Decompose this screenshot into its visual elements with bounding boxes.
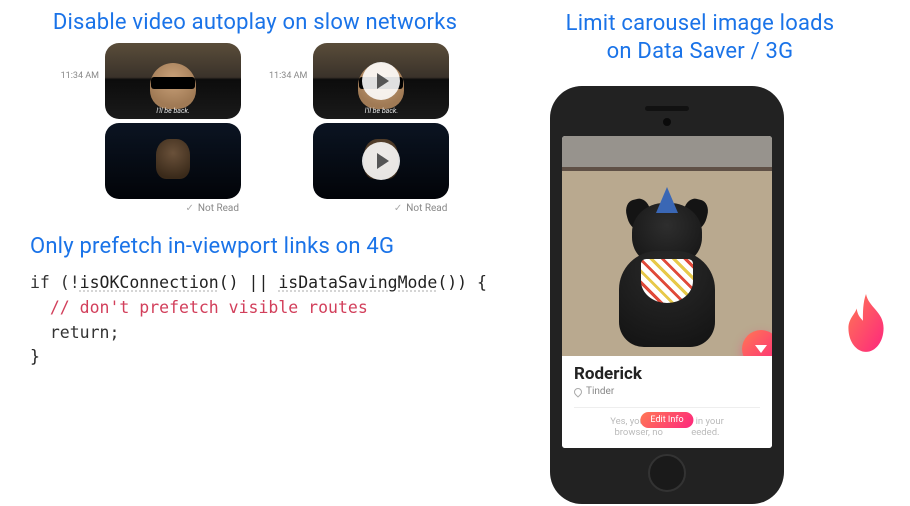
profile-name: Roderick: [574, 364, 760, 384]
profile-hint: Yes, you can in your browser, no eeded. …: [574, 407, 760, 438]
hint-text: in your: [696, 416, 724, 427]
code-return: return;: [30, 323, 119, 342]
hint-text: eeded.: [691, 427, 719, 438]
edit-info-button[interactable]: Edit Info: [640, 412, 693, 428]
video-caption: I'll be back.: [365, 107, 398, 115]
code-kw: if (!: [30, 273, 80, 292]
code-fn: isDataSavingMode: [278, 273, 437, 292]
code-brace: ()) {: [437, 273, 487, 292]
code-brace: }: [30, 347, 40, 366]
msg-example-autoplay: 11:34 AM I'll be back. ✓ Not Read: [61, 43, 241, 214]
msg-example-paused: 11:34 AM I'll be back.: [269, 43, 449, 214]
phone-mockup: Roderick Tinder Yes, you can in your bro…: [550, 86, 784, 504]
play-icon[interactable]: [362, 62, 400, 100]
profile-card-info: Roderick Tinder Yes, you can in your bro…: [562, 356, 772, 448]
status-text: Not Read: [198, 203, 239, 214]
phone-camera: [663, 118, 671, 126]
profile-brand: Tinder: [586, 386, 614, 397]
code-snippet: if (!isOKConnection() || isDataSavingMod…: [30, 271, 490, 370]
timestamp: 11:34 AM: [269, 71, 307, 81]
status-text: Not Read: [406, 203, 447, 214]
heading-prefetch: Only prefetch in-viewport links on 4G: [30, 234, 490, 259]
video-thumb-1: I'll be back.: [313, 43, 449, 119]
phone-screen: Roderick Tinder Yes, you can in your bro…: [562, 136, 772, 448]
read-status: ✓ Not Read: [105, 203, 241, 214]
heading-carousel: Limit carousel image loads on Data Saver…: [490, 10, 910, 65]
video-caption: I'll be back.: [156, 107, 189, 115]
tinder-flame-icon: [840, 294, 892, 356]
phone-home-button: [648, 454, 686, 492]
video-thumb-1: I'll be back.: [105, 43, 241, 119]
video-thumb-2: [313, 123, 449, 199]
play-icon[interactable]: [362, 142, 400, 180]
check-icon: ✓: [185, 203, 193, 214]
read-status: ✓ Not Read: [313, 203, 449, 214]
hint-text: browser, no: [614, 427, 663, 438]
phone-earpiece: [645, 106, 689, 111]
heading-autoplay: Disable video autoplay on slow networks: [20, 10, 490, 35]
code-fn: isOKConnection: [80, 273, 219, 292]
video-thumb-2: [105, 123, 241, 199]
code-op: () ||: [219, 273, 279, 292]
code-comment: // don't prefetch visible routes: [30, 298, 368, 317]
check-icon: ✓: [394, 203, 402, 214]
pin-icon: [572, 386, 583, 397]
messaging-examples: 11:34 AM I'll be back. ✓ Not Read: [20, 43, 490, 214]
heading-line2: on Data Saver / 3G: [607, 39, 794, 64]
timestamp: 11:34 AM: [61, 71, 99, 81]
profile-photo[interactable]: [562, 136, 772, 356]
profile-subline: Tinder: [574, 386, 760, 397]
heading-line1: Limit carousel image loads: [566, 11, 835, 36]
